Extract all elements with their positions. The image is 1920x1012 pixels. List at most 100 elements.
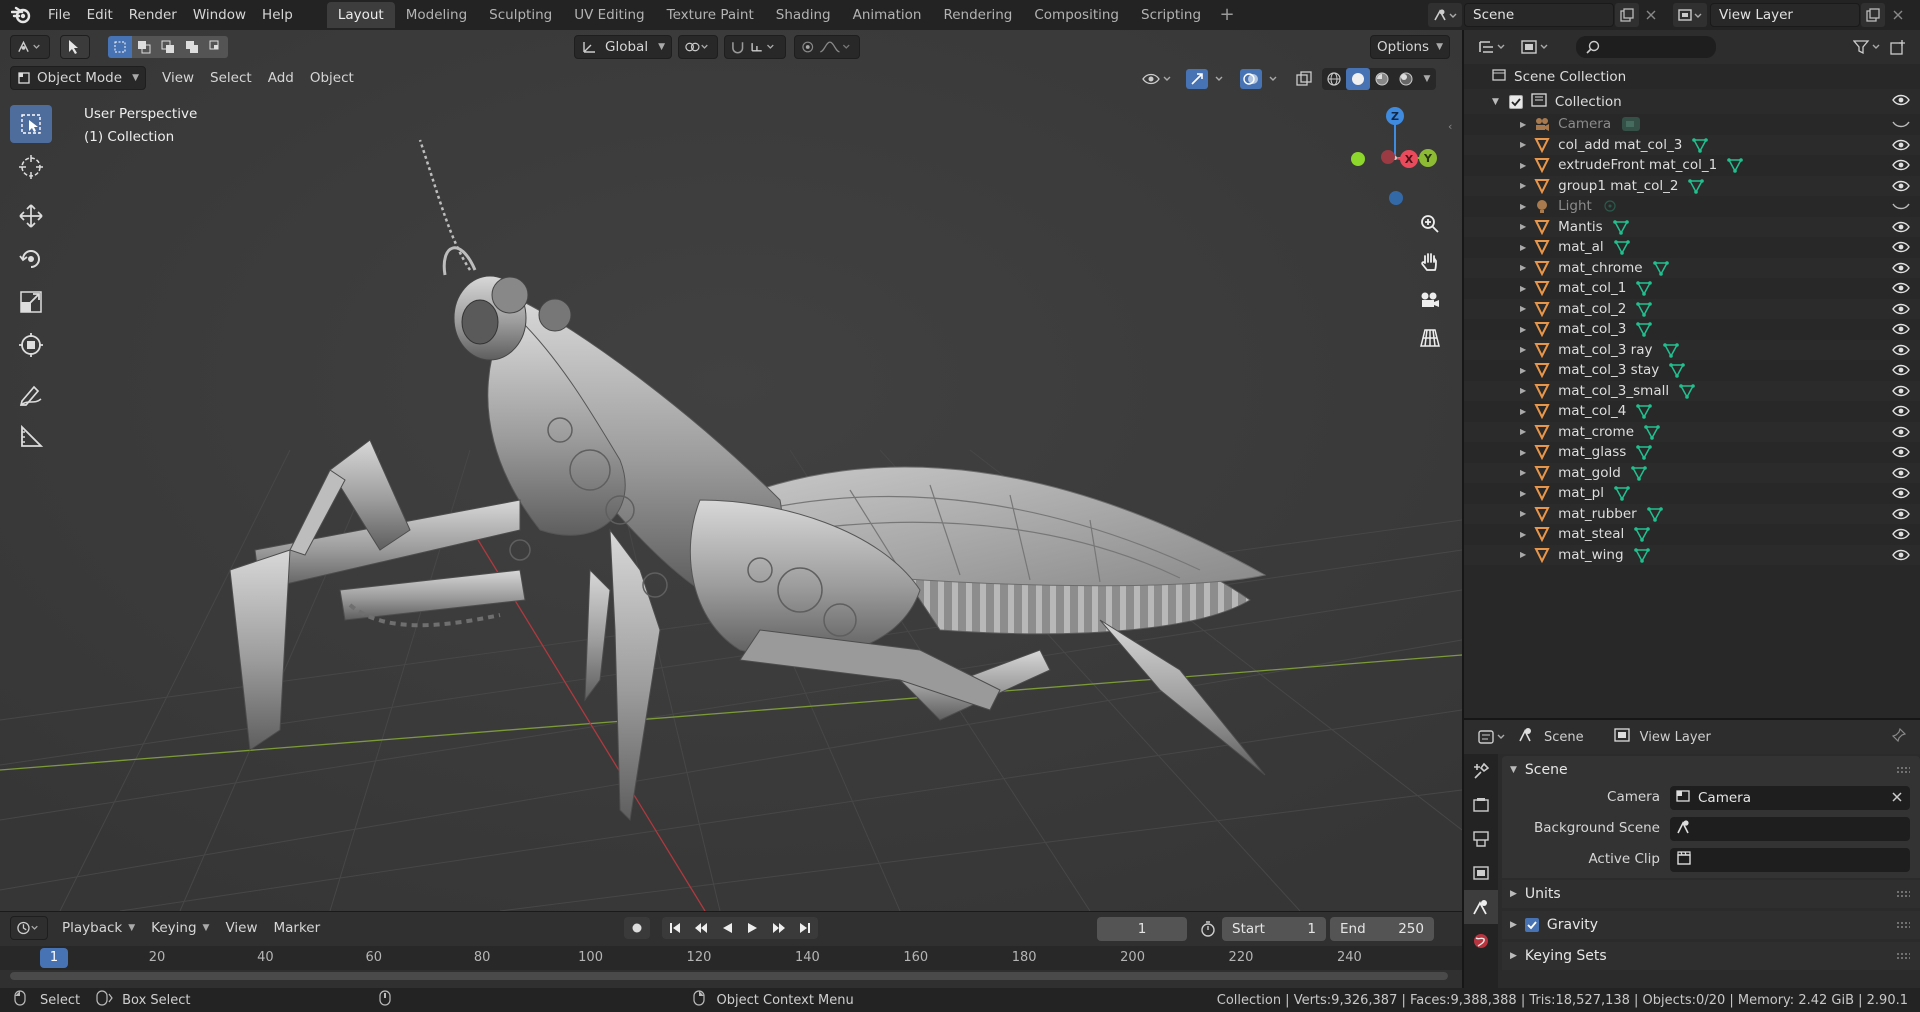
- mesh-data-icon[interactable]: [1636, 321, 1653, 338]
- editor-type-icon[interactable]: [10, 35, 50, 59]
- new-scene-icon[interactable]: [1615, 3, 1639, 27]
- outliner-item[interactable]: ▶ mat_steal: [1464, 524, 1920, 545]
- select-tool-button[interactable]: [60, 35, 90, 59]
- mesh-data-icon[interactable]: [1633, 547, 1650, 563]
- mesh-data-icon[interactable]: [1634, 526, 1651, 543]
- snap-controls[interactable]: [724, 35, 786, 59]
- mesh-data-icon[interactable]: [1652, 260, 1669, 276]
- disclosure-closed-icon[interactable]: ▶: [1520, 202, 1526, 211]
- units-panel-header[interactable]: ▶ Units: [1502, 880, 1920, 908]
- eye-icon[interactable]: [1892, 262, 1910, 278]
- menu-render[interactable]: Render: [121, 4, 185, 26]
- disclosure-closed-icon[interactable]: ▶: [1520, 325, 1526, 334]
- select-invert-icon[interactable]: [180, 36, 204, 58]
- panel-drag-handle-icon[interactable]: [1896, 952, 1910, 960]
- menu-window[interactable]: Window: [185, 4, 254, 26]
- eye-icon[interactable]: [1892, 241, 1910, 257]
- measure-tool-icon[interactable]: [10, 418, 52, 456]
- eye-icon[interactable]: [1892, 528, 1910, 544]
- wireframe-shading-icon[interactable]: [1322, 68, 1346, 90]
- record-button[interactable]: [624, 917, 650, 939]
- prev-keyframe-icon[interactable]: [688, 917, 714, 939]
- eye-icon[interactable]: [1892, 303, 1910, 319]
- new-view-layer-icon[interactable]: [1861, 3, 1885, 27]
- outliner-item[interactable]: ▶ mat_col_3_small: [1464, 380, 1920, 401]
- viewport-menu-select[interactable]: Select: [202, 66, 260, 90]
- outliner-item[interactable]: ▶ mat_al: [1464, 237, 1920, 258]
- overlays-toggle-icon[interactable]: [1238, 68, 1286, 90]
- sidebar-toggle-icon[interactable]: ‹: [1448, 120, 1452, 133]
- workspace-tab-texture-paint[interactable]: Texture Paint: [656, 2, 765, 28]
- mesh-data-icon[interactable]: [1636, 280, 1653, 297]
- output-tab-icon[interactable]: [1464, 822, 1498, 856]
- eye-icon[interactable]: [1892, 221, 1910, 237]
- neg-y-axis-handle-icon[interactable]: [1351, 152, 1365, 166]
- display-mode-icon[interactable]: [1518, 36, 1554, 58]
- outliner-item[interactable]: ▶ mat_col_1: [1464, 278, 1920, 299]
- perspective-toggle-icon[interactable]: [1414, 322, 1446, 354]
- neg-z-axis-handle-icon[interactable]: [1389, 191, 1403, 205]
- scene-panel-header[interactable]: ▼ Scene: [1502, 756, 1920, 784]
- outliner-item[interactable]: ▶ mat_crome: [1464, 421, 1920, 442]
- world-tab-icon[interactable]: [1464, 924, 1498, 958]
- collection-checkbox[interactable]: [1508, 94, 1523, 109]
- view-layer-name-field[interactable]: View Layer: [1710, 3, 1860, 27]
- outliner-search-field[interactable]: [1576, 36, 1716, 58]
- outliner-item[interactable]: ▶ Mantis: [1464, 216, 1920, 237]
- disclosure-closed-icon[interactable]: ▶: [1520, 161, 1526, 170]
- render-tab-icon[interactable]: [1464, 788, 1498, 822]
- panel-drag-handle-icon[interactable]: [1896, 921, 1910, 929]
- camera-data-icon[interactable]: [1621, 116, 1641, 132]
- eye-icon[interactable]: [1892, 323, 1910, 339]
- disclosure-closed-icon[interactable]: ▶: [1520, 304, 1526, 313]
- select-box-tool-icon[interactable]: [10, 105, 52, 143]
- playback-menu[interactable]: Playback ▼: [54, 916, 143, 940]
- timeline-scrollbar[interactable]: [10, 972, 1448, 980]
- eye-icon[interactable]: [1892, 139, 1910, 155]
- new-collection-icon[interactable]: [1886, 36, 1910, 58]
- disclosure-closed-icon[interactable]: ▶: [1520, 407, 1526, 416]
- disclosure-open-icon[interactable]: ▼: [1492, 97, 1499, 107]
- workspace-tab-sculpting[interactable]: Sculpting: [478, 2, 563, 28]
- rendered-shading-icon[interactable]: [1394, 68, 1418, 90]
- filter-icon[interactable]: [1850, 36, 1886, 58]
- disclosure-closed-icon[interactable]: ▶: [1520, 222, 1526, 231]
- workspace-tab-modeling[interactable]: Modeling: [395, 2, 478, 28]
- mesh-data-icon[interactable]: [1669, 362, 1686, 379]
- properties-editor-type-icon[interactable]: [1476, 726, 1510, 748]
- workspace-tab-uv-editing[interactable]: UV Editing: [563, 2, 655, 28]
- mesh-data-icon[interactable]: [1679, 383, 1695, 399]
- eye-icon[interactable]: [1892, 159, 1910, 175]
- workspace-tab-scripting[interactable]: Scripting: [1130, 2, 1212, 28]
- proportional-editing-controls[interactable]: [794, 35, 860, 59]
- eye-icon[interactable]: [1892, 344, 1910, 360]
- mesh-data-icon[interactable]: [1636, 403, 1653, 420]
- workspace-tab-layout[interactable]: Layout: [326, 2, 395, 28]
- scene-selector-icon[interactable]: [1428, 3, 1462, 27]
- keying-sets-panel-header[interactable]: ▶ Keying Sets: [1502, 942, 1920, 970]
- light-data-icon[interactable]: [1602, 198, 1618, 214]
- outliner-item[interactable]: ▶ mat_pl: [1464, 483, 1920, 504]
- disclosure-closed-icon[interactable]: ▶: [1520, 386, 1526, 395]
- next-keyframe-icon[interactable]: [766, 917, 792, 939]
- outliner-item[interactable]: ▶ mat_col_4: [1464, 401, 1920, 422]
- scene-tab-icon[interactable]: [1464, 890, 1498, 924]
- disclosure-closed-icon[interactable]: ▶: [1520, 263, 1526, 272]
- outliner-item[interactable]: ▶ mat_rubber: [1464, 503, 1920, 524]
- xray-toggle-icon[interactable]: [1292, 68, 1316, 90]
- shading-options-chevron-icon[interactable]: ▼: [1418, 68, 1436, 90]
- outliner-item[interactable]: ▶ mat_glass: [1464, 442, 1920, 463]
- end-frame-field[interactable]: End 250: [1330, 917, 1434, 941]
- add-workspace-button[interactable]: +: [1216, 4, 1238, 26]
- disclosure-closed-icon[interactable]: ▶: [1520, 243, 1526, 252]
- options-dropdown[interactable]: Options ▼: [1370, 35, 1450, 59]
- eye-icon[interactable]: [1892, 508, 1910, 524]
- keying-menu[interactable]: Keying ▼: [143, 916, 217, 940]
- pivot-point-dropdown[interactable]: [678, 35, 718, 59]
- workspace-tab-rendering[interactable]: Rendering: [932, 2, 1023, 28]
- play-icon[interactable]: [740, 917, 766, 939]
- preview-range-stopwatch-icon[interactable]: [1196, 917, 1220, 941]
- transform-tool-icon[interactable]: [10, 326, 52, 364]
- disclosure-closed-icon[interactable]: ▶: [1520, 366, 1526, 375]
- disclosure-closed-icon[interactable]: ▶: [1520, 509, 1526, 518]
